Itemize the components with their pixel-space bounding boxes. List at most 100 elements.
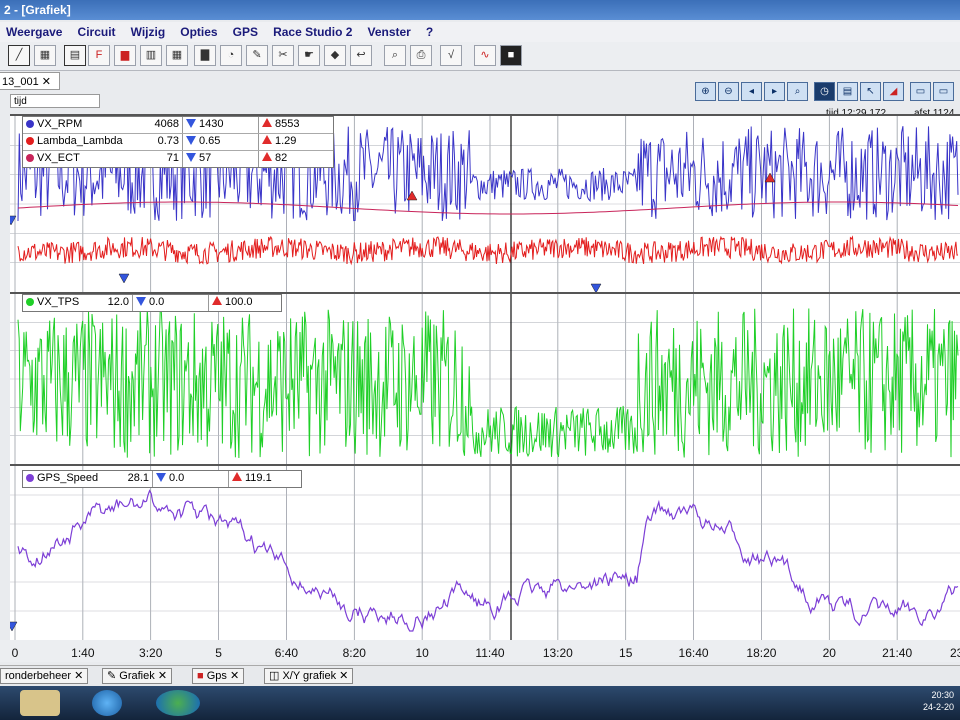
- speed-plot[interactable]: [6, 466, 960, 640]
- windows-taskbar: 20:30 24-2-20: [0, 686, 960, 720]
- tps-dot-icon: [26, 298, 34, 306]
- scissor-icon[interactable]: ✂: [272, 45, 294, 66]
- document-tab[interactable]: 13_001 ✕: [0, 72, 60, 90]
- menu-circuit[interactable]: Circuit: [72, 22, 122, 42]
- menu-race-studio[interactable]: Race Studio 2: [267, 22, 358, 42]
- rpm-dot-icon: [26, 120, 34, 128]
- search-icon[interactable]: ⌕: [787, 82, 808, 101]
- xy-icon: ◫: [269, 670, 280, 682]
- channel-max: 82: [275, 152, 288, 164]
- time-axis: 0 1:40 3:20 5 6:40 8:20 10 11:40 13:20 15 16:40 18:…: [0, 640, 960, 662]
- ramp-icon[interactable]: ◢: [883, 82, 904, 101]
- legend-row-lambda[interactable]: Lambda_Lambda 0.73 0.65 1.29: [23, 134, 333, 151]
- document-tab-label: 13_001: [2, 76, 39, 88]
- zoom-right-icon[interactable]: ▸: [764, 82, 785, 101]
- max-marker-icon: [262, 135, 272, 144]
- fs-icon[interactable]: F: [88, 45, 110, 66]
- legend-row-ect[interactable]: VX_ECT 71 57 82: [23, 151, 333, 167]
- channel-name: GPS_Speed: [37, 472, 99, 484]
- x-tick-label: 21:40: [882, 646, 913, 660]
- print-icon[interactable]: ⎙: [410, 45, 432, 66]
- math-icon[interactable]: √: [440, 45, 462, 66]
- legend-row-rpm[interactable]: VX_RPM 4068 1430 8553: [23, 117, 333, 134]
- channel-name: Lambda_Lambda: [37, 135, 123, 147]
- zoom-icon[interactable]: ⌕: [384, 45, 406, 66]
- channel-min: 57: [199, 152, 212, 164]
- x-tick-label: 15: [619, 646, 633, 660]
- channel-min: 0.0: [149, 296, 165, 308]
- hand-icon[interactable]: ☛: [298, 45, 320, 66]
- x-tick-label: 1:40: [71, 646, 95, 660]
- channel-min: 0.65: [199, 135, 221, 147]
- max-marker-icon: [262, 118, 272, 127]
- measure-icon[interactable]: ▦: [34, 45, 56, 66]
- pointer-icon[interactable]: ↖: [860, 82, 881, 101]
- min-marker-icon: [156, 473, 166, 482]
- grid-icon[interactable]: ▦: [166, 45, 188, 66]
- clock-icon[interactable]: ◷: [814, 82, 835, 101]
- race-studio-icon[interactable]: [156, 690, 200, 716]
- menu-opties[interactable]: Opties: [174, 22, 223, 42]
- close-icon[interactable]: ✕: [42, 76, 51, 88]
- channels-icon[interactable]: ▤: [64, 45, 86, 66]
- tag-icon[interactable]: ◆: [324, 45, 346, 66]
- zoom-left-icon[interactable]: ◂: [741, 82, 762, 101]
- chart-panel-engine[interactable]: VX_RPM 4068 1430 8553 Lambda_Lambda 0.73 0…: [5, 114, 960, 294]
- table-icon[interactable]: ▥: [140, 45, 162, 66]
- tab-ronderbeheer[interactable]: ronderbeheer ✕: [0, 668, 89, 684]
- wave-icon[interactable]: ∿: [474, 45, 496, 66]
- menu-wijzig[interactable]: Wijzig: [125, 22, 172, 42]
- menu-venster[interactable]: Venster: [361, 22, 416, 42]
- tool-icon[interactable]: ✎: [246, 45, 268, 66]
- arrow-icon[interactable]: ↩: [350, 45, 372, 66]
- bottom-tab-bar: ronderbeheer ✕ ✎ Grafiek ✕ ■ Gps ✕ ◫ X/Y…: [0, 665, 960, 686]
- application-window: 2 - [Grafiek] Weergave Circuit Wijzig Op…: [0, 0, 960, 720]
- lambda-trace: [17, 235, 959, 266]
- x-tick-label: 10: [415, 646, 429, 660]
- min-marker-icon: [590, 283, 602, 294]
- system-clock[interactable]: 20:30 24-2-20: [923, 689, 954, 713]
- tab-xy-grafiek[interactable]: ◫ X/Y grafiek ✕: [264, 668, 354, 684]
- table-view-icon[interactable]: ▤: [837, 82, 858, 101]
- layout-2-icon[interactable]: ▭: [933, 82, 954, 101]
- report-icon[interactable]: ▆: [114, 45, 136, 66]
- chart-panel-throttle[interactable]: VX_TPS 12.0 0.0 100.0: [10, 292, 960, 464]
- browser-icon[interactable]: [92, 690, 122, 716]
- channel-min: 1430: [199, 118, 224, 130]
- folder-icon[interactable]: [20, 690, 60, 716]
- zoom-in-icon[interactable]: ⊕: [695, 82, 716, 101]
- x-tick-label: 11:40: [475, 646, 505, 660]
- line-chart-icon[interactable]: ╱: [8, 45, 30, 66]
- menu-weergave[interactable]: Weergave: [0, 22, 68, 42]
- channel-value: 12.0: [107, 296, 129, 308]
- zoom-out-icon[interactable]: ⊖: [718, 82, 739, 101]
- legend-row-tps[interactable]: VX_TPS 12.0 0.0 100.0: [23, 295, 281, 311]
- display-icon[interactable]: ■: [500, 45, 522, 66]
- bars-icon[interactable]: ▇: [194, 45, 216, 66]
- channel-max: 1.29: [275, 135, 297, 147]
- x-tick-label: 8:20: [342, 646, 366, 660]
- tab-gps[interactable]: ■ Gps ✕: [192, 668, 245, 684]
- close-icon[interactable]: ✕: [230, 670, 239, 682]
- x-tick-label: 23:20: [949, 646, 960, 660]
- close-icon[interactable]: ✕: [339, 670, 348, 682]
- x-tick-label: 6:40: [274, 646, 299, 660]
- throttle-plot[interactable]: [10, 294, 960, 464]
- menu-gps[interactable]: GPS: [227, 22, 264, 42]
- min-marker-icon: [186, 119, 196, 128]
- close-icon[interactable]: ✕: [158, 670, 167, 682]
- menu-help[interactable]: ?: [420, 22, 439, 42]
- tijd-field[interactable]: tijd: [10, 94, 100, 108]
- tab-grafiek[interactable]: ✎ Grafiek ✕: [102, 668, 173, 684]
- chart-panel-speed[interactable]: GPS_Speed 28.1 0.0 119.1: [6, 464, 960, 640]
- x-tick-label: 5: [215, 646, 222, 660]
- channel-value: 71: [166, 152, 179, 164]
- menu-bar: Weergave Circuit Wijzig Opties GPS Race …: [0, 22, 960, 42]
- gauge-icon[interactable]: ◔: [220, 45, 242, 66]
- legend-row-gps-speed[interactable]: GPS_Speed 28.1 0.0 119.1: [23, 471, 301, 487]
- channel-max: 8553: [275, 118, 300, 130]
- channel-name: VX_ECT: [37, 152, 80, 164]
- grid-lines: [10, 466, 960, 640]
- layout-1-icon[interactable]: ▭: [910, 82, 931, 101]
- close-icon[interactable]: ✕: [74, 670, 83, 682]
